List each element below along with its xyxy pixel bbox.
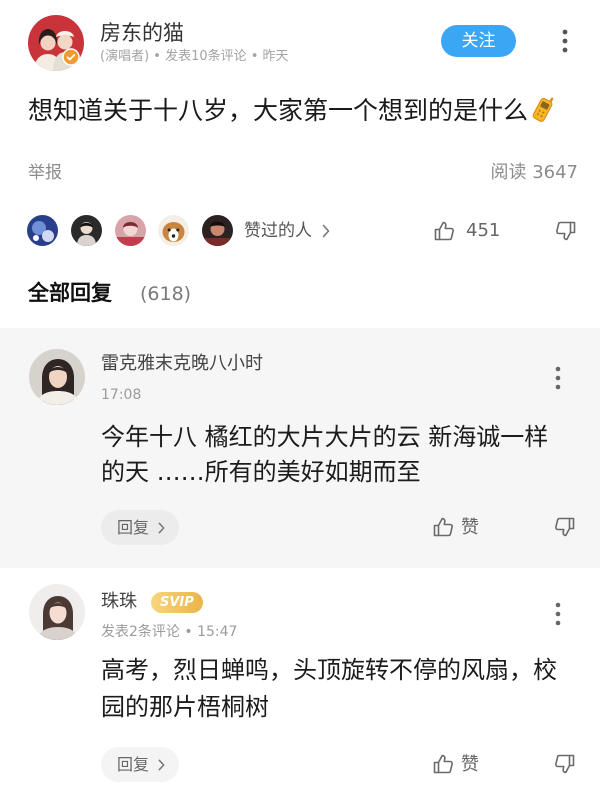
follow-button[interactable]: 关注 <box>441 25 516 57</box>
reply-content-line: 的天 ……所有的美好如期而至 <box>101 458 421 486</box>
reply-item: 雷克雅末克晚八小时 17:08 今年十八 橘红的大片大片的云 新海诚一样 的天 … <box>0 328 600 568</box>
thumbs-up-icon[interactable] <box>431 752 455 776</box>
liker-avatar[interactable] <box>158 215 189 246</box>
reply-author-row: 珠珠 SVIP <box>101 590 203 614</box>
reply-button[interactable]: 回复 <box>101 747 179 782</box>
like-label[interactable]: 赞 <box>461 754 479 776</box>
like-count: 451 <box>466 220 501 241</box>
likers-link[interactable]: 赞过的人 <box>244 219 330 243</box>
thumbs-down-icon[interactable] <box>554 219 578 243</box>
reply-time: 17:08 <box>101 387 142 403</box>
post-content-text: 想知道关于十八岁，大家第一个想到的是什么 <box>28 96 529 125</box>
thumbs-down-icon[interactable] <box>553 515 577 539</box>
more-vertical-icon[interactable] <box>561 29 569 53</box>
more-vertical-icon[interactable] <box>554 366 562 390</box>
report-link[interactable]: 举报 <box>28 162 62 184</box>
post-content: 想知道关于十八岁，大家第一个想到的是什么 <box>28 94 556 132</box>
reply-avatar[interactable] <box>29 349 85 405</box>
more-vertical-icon[interactable] <box>554 602 562 626</box>
reply-button-label: 回复 <box>117 754 150 774</box>
reply-content-line: 园的那片梧桐树 <box>101 693 269 721</box>
thumbs-up-icon[interactable] <box>431 515 455 539</box>
reply-item: 珠珠 SVIP 发表2条评论 • 15:47 高考，烈日蝉鸣，头顶旋转不停的风扇… <box>0 568 600 808</box>
thumbs-down-icon[interactable] <box>553 752 577 776</box>
reply-content-line: 今年十八 橘红的大片大片的云 新海诚一样 <box>101 423 549 451</box>
liker-avatar[interactable] <box>202 215 233 246</box>
author-name[interactable]: 房东的猫 <box>100 20 184 46</box>
reply-meta: 发表2条评论 • 15:47 <box>101 624 238 640</box>
likers-label: 赞过的人 <box>244 221 312 241</box>
liker-avatar[interactable] <box>71 215 102 246</box>
chevron-right-icon <box>322 224 330 238</box>
chevron-right-icon <box>158 522 165 534</box>
reply-author-name[interactable]: 珠珠 <box>101 591 137 613</box>
author-meta: (演唱者) • 发表10条评论 • 昨天 <box>100 49 289 64</box>
reply-content-line: 高考，烈日蝉鸣，头顶旋转不停的风扇，校 <box>101 656 557 684</box>
liker-avatar[interactable] <box>27 215 58 246</box>
verified-badge-icon <box>62 48 80 66</box>
reply-author-name[interactable]: 雷克雅末克晚八小时 <box>101 353 263 375</box>
read-count: 阅读 3647 <box>490 162 578 183</box>
replies-title: 全部回复 <box>28 281 112 305</box>
reply-button[interactable]: 回复 <box>101 510 179 545</box>
chevron-right-icon <box>158 759 165 771</box>
liker-avatar[interactable] <box>115 215 146 246</box>
reply-avatar[interactable] <box>29 584 85 640</box>
replies-count: (618) <box>140 283 192 305</box>
mobile-phone-emoji-icon <box>530 94 556 132</box>
like-label[interactable]: 赞 <box>461 517 479 539</box>
svip-badge: SVIP <box>151 591 203 613</box>
thumbs-up-icon[interactable] <box>432 219 456 243</box>
reply-button-label: 回复 <box>117 517 150 537</box>
